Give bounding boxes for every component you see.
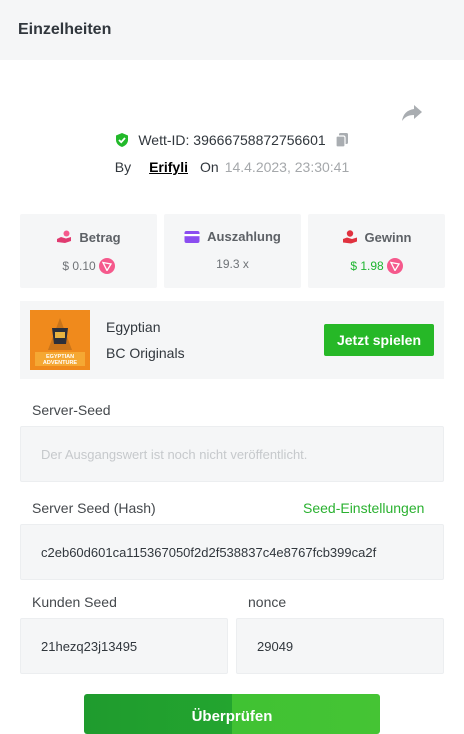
stat-amount: Betrag $ 0.10 — [20, 214, 157, 288]
card-icon — [184, 230, 200, 243]
stat-win-title: Gewinn — [364, 229, 412, 245]
game-card: EGYPTIAN ADVENTURE Egyptian BC Originals… — [20, 301, 444, 379]
game-name: Egyptian — [106, 319, 161, 335]
bet-id: Wett-ID: 39666758872756601 — [138, 132, 326, 148]
svg-text:ADVENTURE: ADVENTURE — [43, 360, 78, 366]
stat-payout: Auszahlung 19.3 x — [164, 214, 301, 288]
stat-amount-title: Betrag — [79, 229, 121, 245]
play-now-button[interactable]: Jetzt spielen — [324, 324, 434, 356]
bet-meta-row: By Erifyli On 14.4.2023, 23:30:41 — [0, 159, 464, 175]
trx-coin-icon — [386, 258, 403, 274]
stat-win: Gewinn $ 1.98 — [308, 214, 445, 288]
client-seed-field[interactable]: 21hezq23j13495 — [20, 618, 228, 674]
bet-date: 14.4.2023, 23:30:41 — [224, 159, 350, 175]
bet-id-row: Wett-ID: 39666758872756601 — [0, 132, 464, 148]
verified-shield-icon — [116, 133, 129, 147]
by-label: By — [114, 159, 132, 175]
client-seed-label: Kunden Seed — [32, 594, 117, 610]
game-thumbnail[interactable]: EGYPTIAN ADVENTURE — [30, 310, 90, 370]
bet-hand-icon — [57, 230, 72, 243]
user-link[interactable]: Erifyli — [149, 159, 188, 175]
seed-settings-link[interactable]: Seed-Einstellungen — [303, 500, 424, 516]
win-hand-icon — [342, 230, 357, 244]
stat-win-value: $ 1.98 — [350, 259, 384, 273]
server-seed-field[interactable]: Der Ausgangswert ist noch nicht veröffen… — [20, 426, 444, 482]
trx-coin-icon — [98, 258, 115, 274]
verify-button[interactable]: Überprüfen — [84, 694, 380, 734]
modal-title: Einzelheiten — [18, 21, 112, 38]
server-seed-hash-label: Server Seed (Hash) — [32, 500, 156, 516]
server-seed-label: Server-Seed — [32, 402, 111, 418]
stats-row: Betrag $ 0.10 Auszahlung 19.3 x Gewinn $… — [20, 214, 445, 288]
on-label: On — [200, 159, 219, 175]
server-seed-hash-field[interactable]: c2eb60d601ca115367050f2d2f538837c4e8767f… — [20, 524, 444, 580]
nonce-field[interactable]: 29049 — [236, 618, 444, 674]
share-icon[interactable] — [400, 100, 424, 124]
stat-amount-value: $ 0.10 — [62, 259, 96, 273]
game-provider: BC Originals — [106, 345, 185, 361]
stat-payout-title: Auszahlung — [207, 229, 281, 244]
copy-icon[interactable] — [334, 132, 350, 148]
modal-header: Einzelheiten — [0, 0, 464, 60]
stat-payout-value: 19.3 x — [216, 257, 249, 271]
nonce-label: nonce — [248, 594, 287, 610]
